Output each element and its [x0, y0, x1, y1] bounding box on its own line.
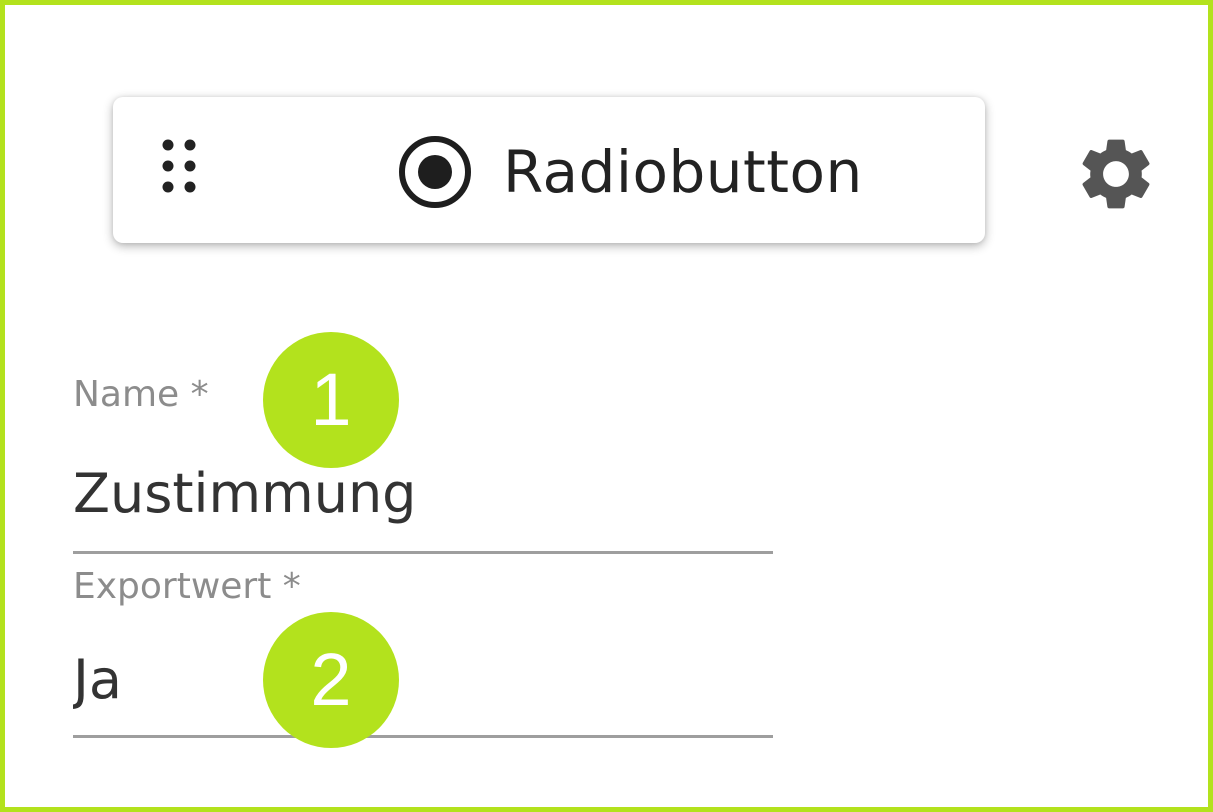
export-value-field-label: Exportwert * [73, 566, 301, 607]
name-field: Name * [73, 373, 773, 557]
name-input[interactable] [73, 461, 773, 527]
callout-badge-1: 1 [263, 332, 399, 468]
gear-icon[interactable] [1073, 131, 1159, 217]
name-field-underline [73, 551, 773, 554]
export-value-field-underline [73, 735, 773, 738]
radio-button-icon [399, 136, 471, 208]
drag-handle-icon[interactable] [157, 135, 201, 197]
export-value-field: Exportwert * [73, 565, 773, 741]
name-field-label: Name * [73, 374, 209, 415]
widget-type-label: Radiobutton [503, 138, 863, 206]
screenshot-frame: Radiobutton Name * Exportwert * 1 2 [0, 0, 1213, 812]
callout-badge-2: 2 [263, 612, 399, 748]
export-value-input[interactable] [73, 647, 773, 713]
radiobutton-widget-card[interactable]: Radiobutton [113, 97, 985, 243]
